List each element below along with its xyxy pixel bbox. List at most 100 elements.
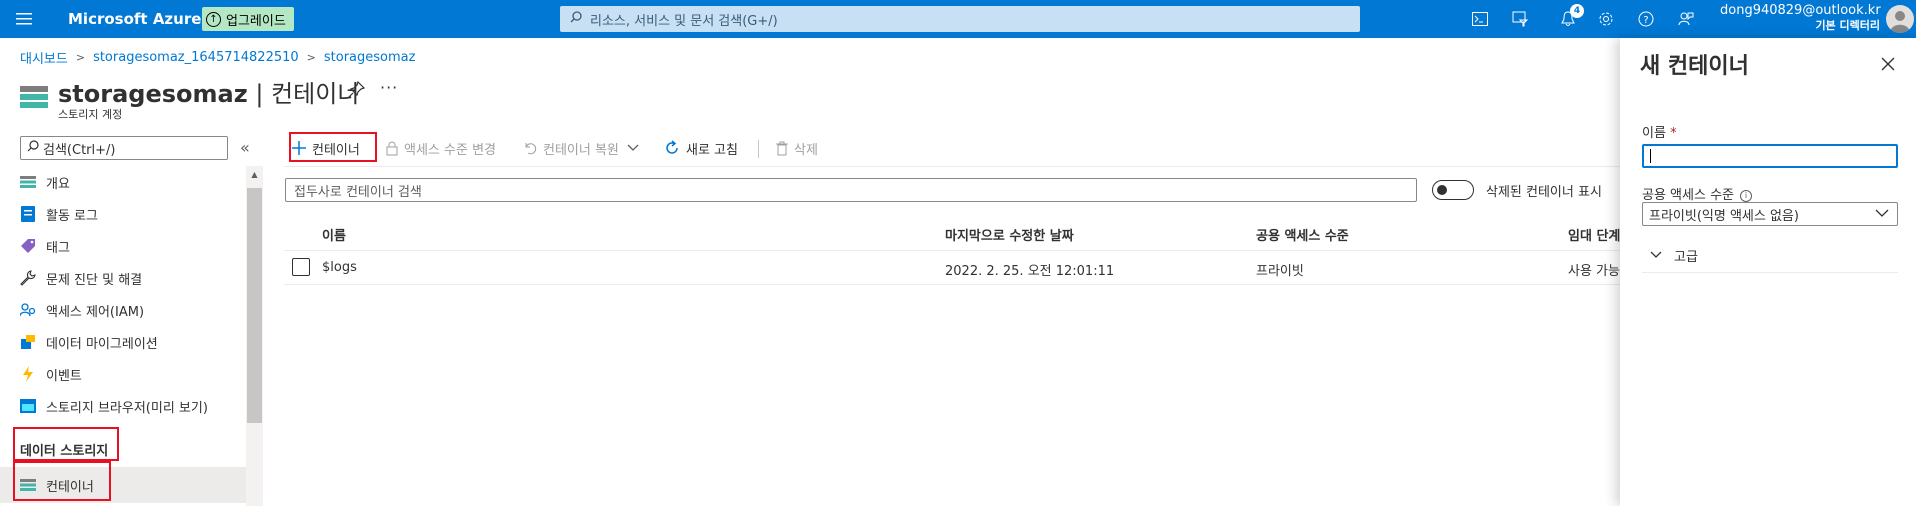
pin-icon[interactable]	[348, 80, 368, 100]
highlight-box-containers	[13, 461, 111, 501]
row-checkbox[interactable]	[292, 258, 310, 276]
column-header-access[interactable]: 공용 액세스 수준	[1256, 225, 1349, 244]
sidebar-item-iam[interactable]: 액세스 제어(IAM)	[0, 294, 246, 326]
sidebar-item-overview[interactable]: 개요	[0, 166, 246, 198]
tag-icon	[20, 238, 36, 254]
scroll-thumb[interactable]	[247, 188, 262, 423]
user-email: dong940829@outlook.kr	[1720, 3, 1881, 18]
sidebar-item-label: 액세스 제어(IAM)	[46, 304, 145, 320]
sidebar-search-placeholder: 검색(Ctrl+/)	[43, 142, 116, 158]
container-search-input[interactable]: 접두사로 컨테이너 검색	[285, 178, 1417, 202]
account-menu[interactable]: dong940829@outlook.kr 기본 디렉터리	[1720, 3, 1881, 33]
delete-button[interactable]: 삭제	[776, 134, 818, 162]
hamburger-menu-icon[interactable]	[0, 0, 48, 38]
sidebar-item-label: 개요	[46, 176, 70, 192]
upgrade-label: 업그레이드	[226, 13, 286, 29]
refresh-button[interactable]: 새로 고침	[664, 134, 738, 162]
table-row-divider	[284, 284, 1620, 285]
column-header-modified[interactable]: 마지막으로 수정한 날짜	[945, 225, 1074, 244]
row-name-link[interactable]: $logs	[322, 260, 357, 275]
access-label-text: 공용 액세스 수준	[1642, 188, 1734, 203]
breadcrumb-dashboard[interactable]: 대시보드	[20, 48, 68, 67]
user-directory: 기본 디렉터리	[1815, 19, 1880, 32]
advanced-section-toggle[interactable]: 고급	[1650, 246, 1698, 265]
search-icon	[27, 140, 39, 156]
page-title-section: | 컨테이너	[247, 80, 360, 108]
info-icon[interactable]: i	[1740, 189, 1752, 202]
toggle-knob	[1437, 185, 1447, 195]
sidebar-item-tags[interactable]: 태그	[0, 230, 246, 262]
sidebar-item-label: 활동 로그	[46, 208, 98, 224]
sidebar-item-activity-log[interactable]: 활동 로그	[0, 198, 246, 230]
wrench-icon	[20, 270, 36, 286]
sidebar-item-data-migration[interactable]: 데이터 마이그레이션	[0, 326, 246, 358]
sidebar-item-label: 스토리지 브라우저(미리 보기)	[46, 400, 208, 416]
sidebar-item-diagnose[interactable]: 문제 진단 및 해결	[0, 262, 246, 294]
column-header-name[interactable]: 이름	[322, 225, 346, 244]
change-access-label: 액세스 수준 변경	[404, 142, 496, 158]
global-search-input[interactable]: 리소스, 서비스 및 문서 검색(G+/)	[560, 6, 1360, 32]
feedback-icon[interactable]	[1666, 0, 1706, 38]
cloud-shell-icon[interactable]	[1460, 0, 1500, 38]
row-access: 프라이빗	[1256, 264, 1304, 279]
upgrade-icon: ↑	[206, 11, 221, 27]
toolbar-divider-line	[284, 166, 1620, 167]
name-label-text: 이름	[1642, 126, 1666, 141]
settings-icon[interactable]	[1586, 0, 1626, 38]
container-name-input[interactable]	[1642, 144, 1898, 168]
access-level-select[interactable]: 프라이빗(익명 액세스 없음)	[1642, 202, 1898, 226]
sidebar-item-events[interactable]: 이벤트	[0, 358, 246, 390]
trash-icon	[776, 141, 788, 156]
restore-container-label: 컨테이너 복원	[543, 142, 619, 158]
breadcrumb-resource-group[interactable]: storagesomaz_1645714822510	[93, 50, 299, 65]
upgrade-button[interactable]: ↑ 업그레이드	[202, 7, 294, 31]
migration-icon	[20, 334, 36, 350]
collapse-sidebar-icon[interactable]: «	[240, 138, 250, 157]
notifications-icon[interactable]: 4	[1548, 0, 1588, 38]
notification-badge: 4	[1570, 4, 1584, 18]
show-deleted-toggle[interactable]	[1432, 180, 1474, 200]
chevron-down-icon	[627, 141, 639, 156]
directory-filter-icon[interactable]	[1500, 0, 1540, 38]
storage-browser-icon	[20, 398, 36, 414]
restore-container-button[interactable]: 컨테이너 복원	[523, 134, 639, 162]
close-icon[interactable]	[1874, 50, 1902, 78]
brand-link[interactable]: Microsoft Azure	[68, 10, 201, 28]
sidebar-item-storage-browser[interactable]: 스토리지 브라우저(미리 보기)	[0, 390, 246, 422]
toolbar-divider	[758, 140, 759, 158]
advanced-label: 고급	[1674, 250, 1698, 265]
page-subtitle: 스토리지 계정	[58, 108, 123, 121]
sidebar-scrollbar[interactable]: ▲	[246, 166, 263, 506]
refresh-label: 새로 고침	[686, 142, 738, 158]
highlight-box-section	[13, 427, 119, 461]
sidebar-search-input[interactable]: 검색(Ctrl+/)	[20, 136, 228, 160]
iam-icon	[20, 302, 36, 318]
activity-log-icon	[20, 206, 36, 222]
page-title-resource: storagesomaz	[58, 80, 248, 108]
scroll-up-icon[interactable]: ▲	[246, 166, 263, 182]
advanced-divider	[1642, 272, 1898, 273]
chevron-right-icon: >	[306, 51, 316, 64]
storage-account-icon	[20, 86, 48, 108]
breadcrumb: 대시보드 > storagesomaz_1645714822510 > stor…	[20, 48, 415, 67]
sidebar-item-label: 이벤트	[46, 368, 82, 384]
column-header-lease[interactable]: 임대 단계	[1568, 225, 1620, 244]
container-search-placeholder: 접두사로 컨테이너 검색	[294, 184, 422, 200]
access-level-value: 프라이빗(익명 액세스 없음)	[1649, 208, 1799, 224]
undo-icon	[523, 141, 537, 155]
refresh-icon	[664, 140, 680, 156]
avatar[interactable]	[1886, 5, 1914, 33]
sidebar-item-label: 태그	[46, 240, 70, 256]
more-options-icon[interactable]: ···	[380, 78, 398, 97]
help-icon[interactable]: ?	[1626, 0, 1666, 38]
row-modified: 2022. 2. 25. 오전 12:01:11	[945, 264, 1115, 279]
table-header-divider	[284, 250, 1620, 251]
lightning-icon	[20, 366, 36, 382]
chevron-right-icon: >	[75, 51, 86, 64]
change-access-button[interactable]: 액세스 수준 변경	[386, 134, 496, 162]
global-search-placeholder: 리소스, 서비스 및 문서 검색(G+/)	[590, 13, 778, 29]
breadcrumb-storage-account[interactable]: storagesomaz	[324, 50, 416, 65]
show-deleted-label: 삭제된 컨테이너 표시	[1486, 185, 1602, 200]
access-field-label: 공용 액세스 수준 i	[1642, 184, 1752, 203]
sidebar-item-label: 문제 진단 및 해결	[46, 272, 143, 288]
